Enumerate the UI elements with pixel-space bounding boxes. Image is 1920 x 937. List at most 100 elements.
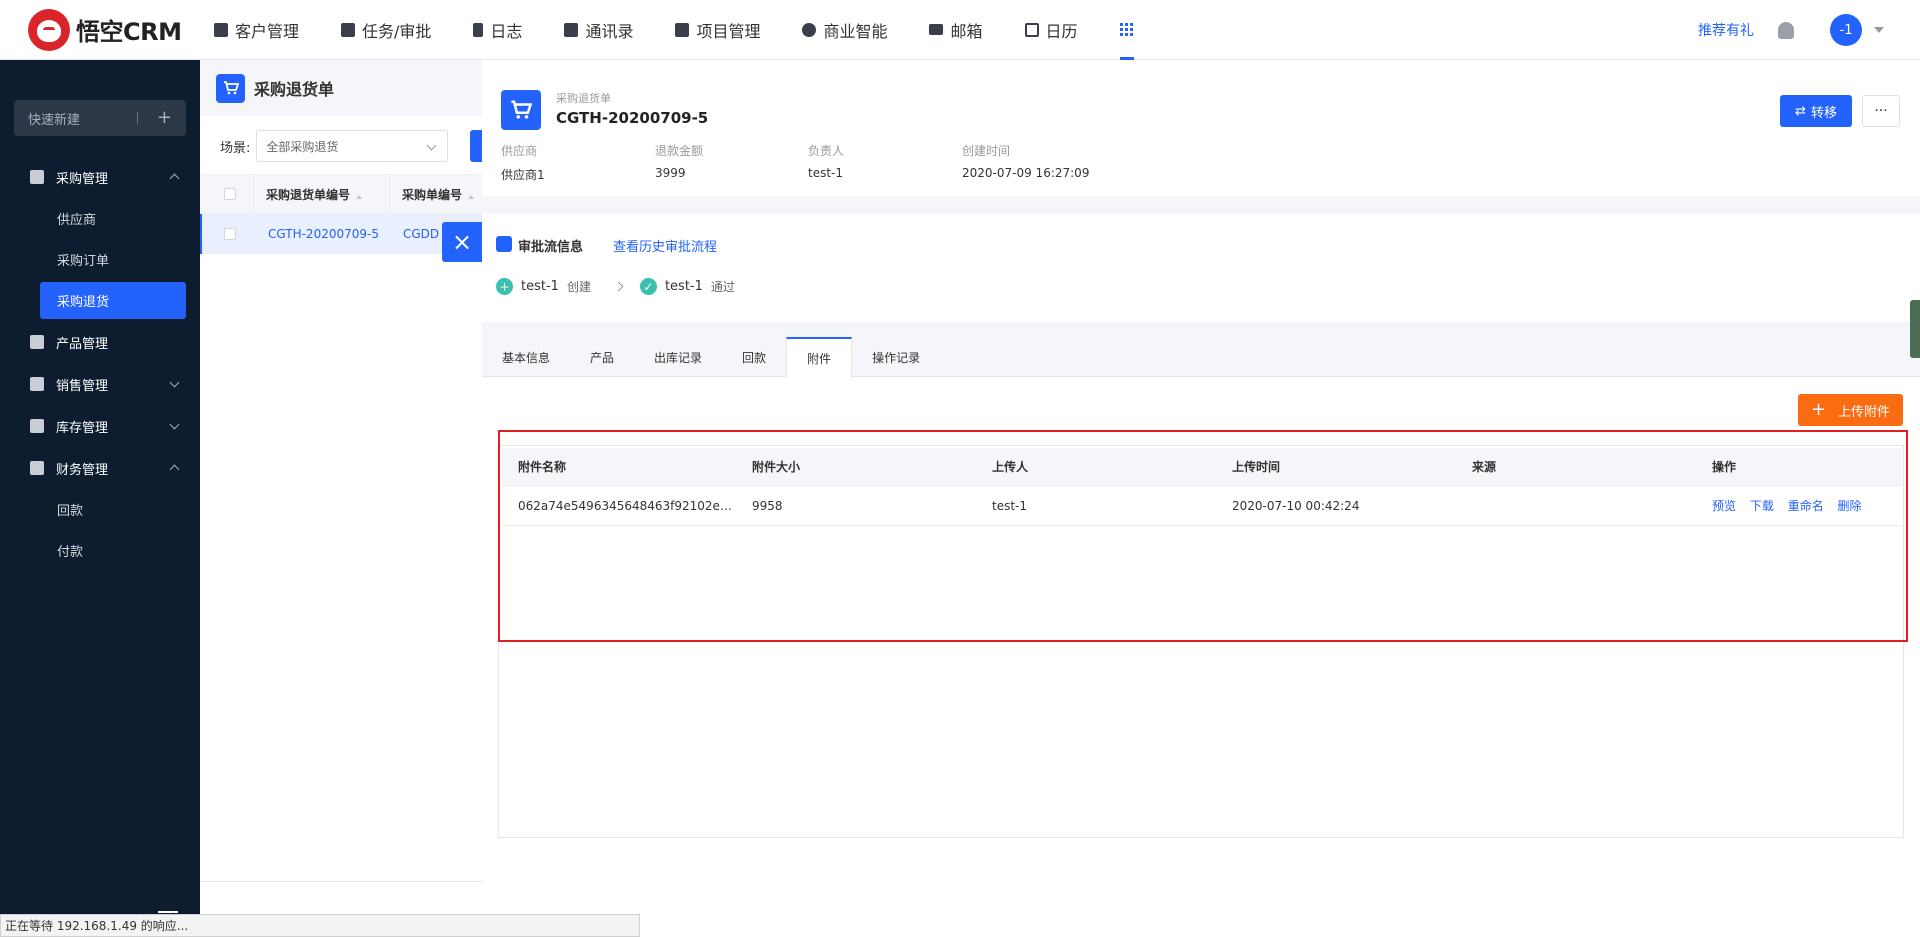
- table-header: 采购退货单编号 采购单编号: [200, 174, 482, 214]
- chevron-up-icon: [169, 464, 180, 475]
- nav-item-customer[interactable]: 客户管理: [214, 0, 299, 60]
- promo-link[interactable]: 推荐有礼: [1698, 20, 1754, 40]
- sidebar-item-supplier[interactable]: 供应商: [0, 198, 200, 239]
- plus-icon: +: [156, 107, 172, 128]
- chevron-down-icon[interactable]: [1874, 27, 1884, 33]
- cell-order-code[interactable]: CGDD: [391, 227, 439, 241]
- swap-icon: ⇄: [1795, 103, 1806, 119]
- cart-icon: [216, 73, 245, 103]
- column-header-return-code[interactable]: 采购退货单编号: [253, 174, 389, 214]
- field-supplier: 供应商 供应商1: [501, 144, 545, 182]
- sidebar-item-purchase-return[interactable]: 采购退货: [40, 282, 186, 319]
- approval-card: 审批流信息 查看历史审批流程 + test-1 创建 ✓ test-1 通过: [482, 214, 1920, 322]
- approval-step-action: 创建: [566, 280, 591, 294]
- nav-item-log[interactable]: 日志: [473, 0, 522, 60]
- top-nav-bar: 悟空CRM 客户管理 任务/审批 日志 通讯录 项目管理 商业智能 邮箱 日历 …: [0, 0, 1920, 60]
- tag-icon: [30, 377, 44, 391]
- cart-icon: [30, 170, 44, 184]
- table-row[interactable]: CGTH-20200709-5 CGDD: [200, 214, 482, 254]
- avatar[interactable]: -1: [1830, 14, 1862, 46]
- logo[interactable]: 悟空CRM: [28, 8, 214, 51]
- approval-step-user: test-1: [664, 279, 703, 294]
- row-checkbox[interactable]: [224, 228, 236, 240]
- sidebar-item-purchase-order[interactable]: 采购订单: [0, 239, 200, 280]
- select-all-checkbox[interactable]: [224, 188, 236, 200]
- tab-basic-info[interactable]: 基本信息: [482, 337, 570, 377]
- detail-title: CGTH-20200709-5: [556, 109, 709, 127]
- nav-item-project[interactable]: 项目管理: [675, 0, 760, 60]
- wallet-icon: [30, 461, 44, 475]
- sort-icon: [468, 189, 475, 199]
- field-refund-amount: 退款金额 3999: [655, 144, 704, 180]
- sidebar-item-receipt[interactable]: 回款: [0, 489, 200, 530]
- transfer-button[interactable]: ⇄ 转移: [1780, 95, 1852, 127]
- nav-item-task[interactable]: 任务/审批: [341, 0, 431, 60]
- more-button[interactable]: ···: [1862, 95, 1900, 127]
- column-header-order-code[interactable]: 采购单编号: [389, 174, 475, 214]
- approval-flow: + test-1 创建 ✓ test-1 通过: [496, 278, 735, 295]
- cart-icon: [501, 90, 541, 130]
- scene-label: 场景:: [220, 140, 251, 156]
- approval-history-link[interactable]: 查看历史审批流程: [613, 236, 717, 255]
- field-owner: 负责人 test-1: [808, 144, 845, 180]
- monkey-logo-icon: [28, 8, 70, 51]
- chevron-down-icon: [169, 419, 180, 430]
- top-right-tools: 推荐有礼 -1: [1698, 0, 1884, 60]
- approval-step-action: 通过: [710, 280, 735, 294]
- mail-icon: [929, 24, 944, 35]
- main-nav: 客户管理 任务/审批 日志 通讯录 项目管理 商业智能 邮箱 日历: [214, 0, 1176, 60]
- chevron-right-icon: [613, 281, 624, 292]
- scene-select[interactable]: 全部采购退货: [256, 130, 449, 162]
- divider: [137, 112, 138, 124]
- divider: [200, 881, 482, 882]
- sidebar-menu: 采购管理 供应商 采购订单 采购退货 产品管理 销售管理 库存管理 财务管理 回…: [0, 156, 200, 571]
- detail-header-card: 采购退货单 CGTH-20200709-5 ⇄ 转移 ··· 供应商 供应商1 退款…: [482, 60, 1920, 196]
- tab-attachments[interactable]: 附件: [786, 337, 853, 378]
- nav-item-bi[interactable]: 商业智能: [802, 0, 887, 60]
- search-button[interactable]: [470, 130, 482, 162]
- sidebar-group-purchase[interactable]: 采购管理: [0, 156, 200, 198]
- sidebar-group-sales[interactable]: 销售管理: [0, 363, 200, 405]
- close-icon: ×: [451, 228, 473, 256]
- user-icon: [496, 236, 512, 252]
- approval-title: 审批流信息: [518, 240, 584, 255]
- project-icon: [675, 22, 690, 37]
- cell-return-code[interactable]: CGTH-20200709-5: [253, 227, 391, 241]
- approval-step-user: test-1: [521, 279, 559, 294]
- nav-item-apps[interactable]: [1119, 0, 1134, 60]
- nav-item-mail[interactable]: 邮箱: [929, 0, 983, 60]
- cube-icon: [30, 335, 44, 349]
- bi-icon: [802, 22, 817, 37]
- nav-item-calendar[interactable]: 日历: [1024, 0, 1078, 60]
- phone-book-icon: [564, 22, 579, 37]
- list-panel: 采购退货单 场景: 全部采购退货 采购退货单编号 采购单编号 CGTH-2020…: [200, 60, 482, 937]
- sidebar-item-payment[interactable]: 付款: [0, 530, 200, 571]
- field-created-time: 创建时间 2020-07-09 16:27:09: [962, 144, 1090, 180]
- highlight-box: [498, 430, 1908, 642]
- sidebar-group-inventory[interactable]: 库存管理: [0, 405, 200, 447]
- quick-new-button[interactable]: 快速新建 +: [14, 100, 186, 136]
- warehouse-icon: [30, 419, 44, 433]
- tab-outbound-records[interactable]: 出库记录: [634, 337, 722, 377]
- log-icon: [473, 22, 484, 37]
- tab-products[interactable]: 产品: [570, 337, 634, 377]
- detail-type-label: 采购退货单: [556, 92, 611, 105]
- list-header: 采购退货单: [200, 60, 482, 116]
- detail-tabs: 基本信息 产品 出库记录 回款 附件 操作记录: [482, 337, 1920, 378]
- sidebar-group-product[interactable]: 产品管理: [0, 321, 200, 363]
- nav-item-contacts[interactable]: 通讯录: [564, 0, 633, 60]
- tab-receipts[interactable]: 回款: [722, 337, 786, 377]
- chevron-down-icon: [169, 377, 180, 388]
- sidebar-group-finance[interactable]: 财务管理: [0, 447, 200, 489]
- close-detail-button[interactable]: ×: [442, 222, 482, 262]
- scene-filter: 场景: 全部采购退货: [220, 130, 449, 162]
- upload-attachment-button[interactable]: + 上传附件: [1798, 394, 1903, 426]
- scrollbar[interactable]: [1910, 300, 1920, 358]
- check-circle-icon: ✓: [639, 278, 657, 295]
- sort-icon: [356, 189, 363, 199]
- logo-text: 悟空CRM: [76, 18, 182, 46]
- apps-grid-icon: [1119, 22, 1134, 37]
- building-icon: [214, 22, 228, 37]
- bell-icon[interactable]: [1778, 21, 1794, 39]
- tab-operation-log[interactable]: 操作记录: [852, 337, 940, 377]
